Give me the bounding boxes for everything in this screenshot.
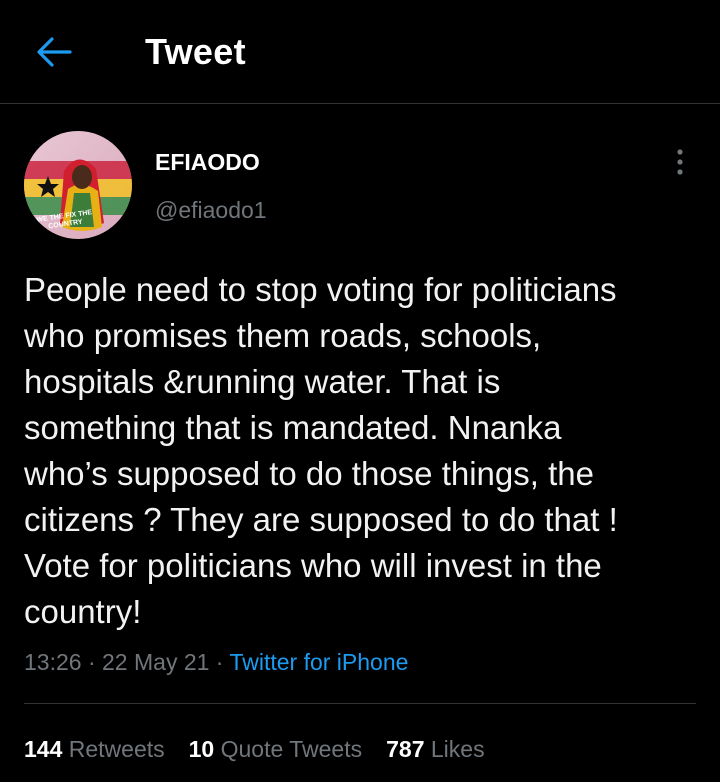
tweet-text: People need to stop voting for politicia… [24, 271, 618, 630]
retweets-label: Retweets [68, 736, 165, 762]
quote-tweets-count: 10 [188, 736, 215, 762]
tweet-source-link[interactable]: Twitter for iPhone [229, 649, 408, 675]
back-button[interactable] [30, 30, 78, 74]
avatar[interactable]: WE THE FIX THE COUNTRY [24, 131, 132, 239]
tweet-time: 13:26 [24, 649, 82, 675]
quote-tweets-stat[interactable]: 10 Quote Tweets [189, 733, 362, 765]
tweet-date: 22 May 21 [102, 649, 210, 675]
retweets-stat[interactable]: 144 Retweets [24, 733, 165, 765]
meta-separator: · [81, 649, 103, 675]
likes-count: 787 [386, 736, 425, 762]
more-options-button[interactable] [664, 146, 696, 178]
retweets-count: 144 [24, 736, 63, 762]
quote-tweets-label: Quote Tweets [220, 736, 363, 762]
tweet-stats: 144 Retweets 10 Quote Tweets 787 Likes [24, 733, 509, 765]
likes-stat[interactable]: 787 Likes [386, 733, 484, 765]
likes-label: Likes [430, 736, 485, 762]
meta-separator: · [209, 649, 230, 675]
divider [24, 703, 696, 704]
more-vertical-icon [677, 149, 683, 175]
top-bar: Tweet [0, 0, 720, 104]
author-handle[interactable]: @efiaodo1 [155, 196, 267, 224]
author-display-name[interactable]: EFIAODO [155, 148, 260, 176]
tweet-metadata: 13:26 · 22 May 21 · Twitter for iPhone [24, 646, 408, 678]
page-title: Tweet [145, 31, 246, 72]
arrow-left-icon [37, 37, 72, 67]
